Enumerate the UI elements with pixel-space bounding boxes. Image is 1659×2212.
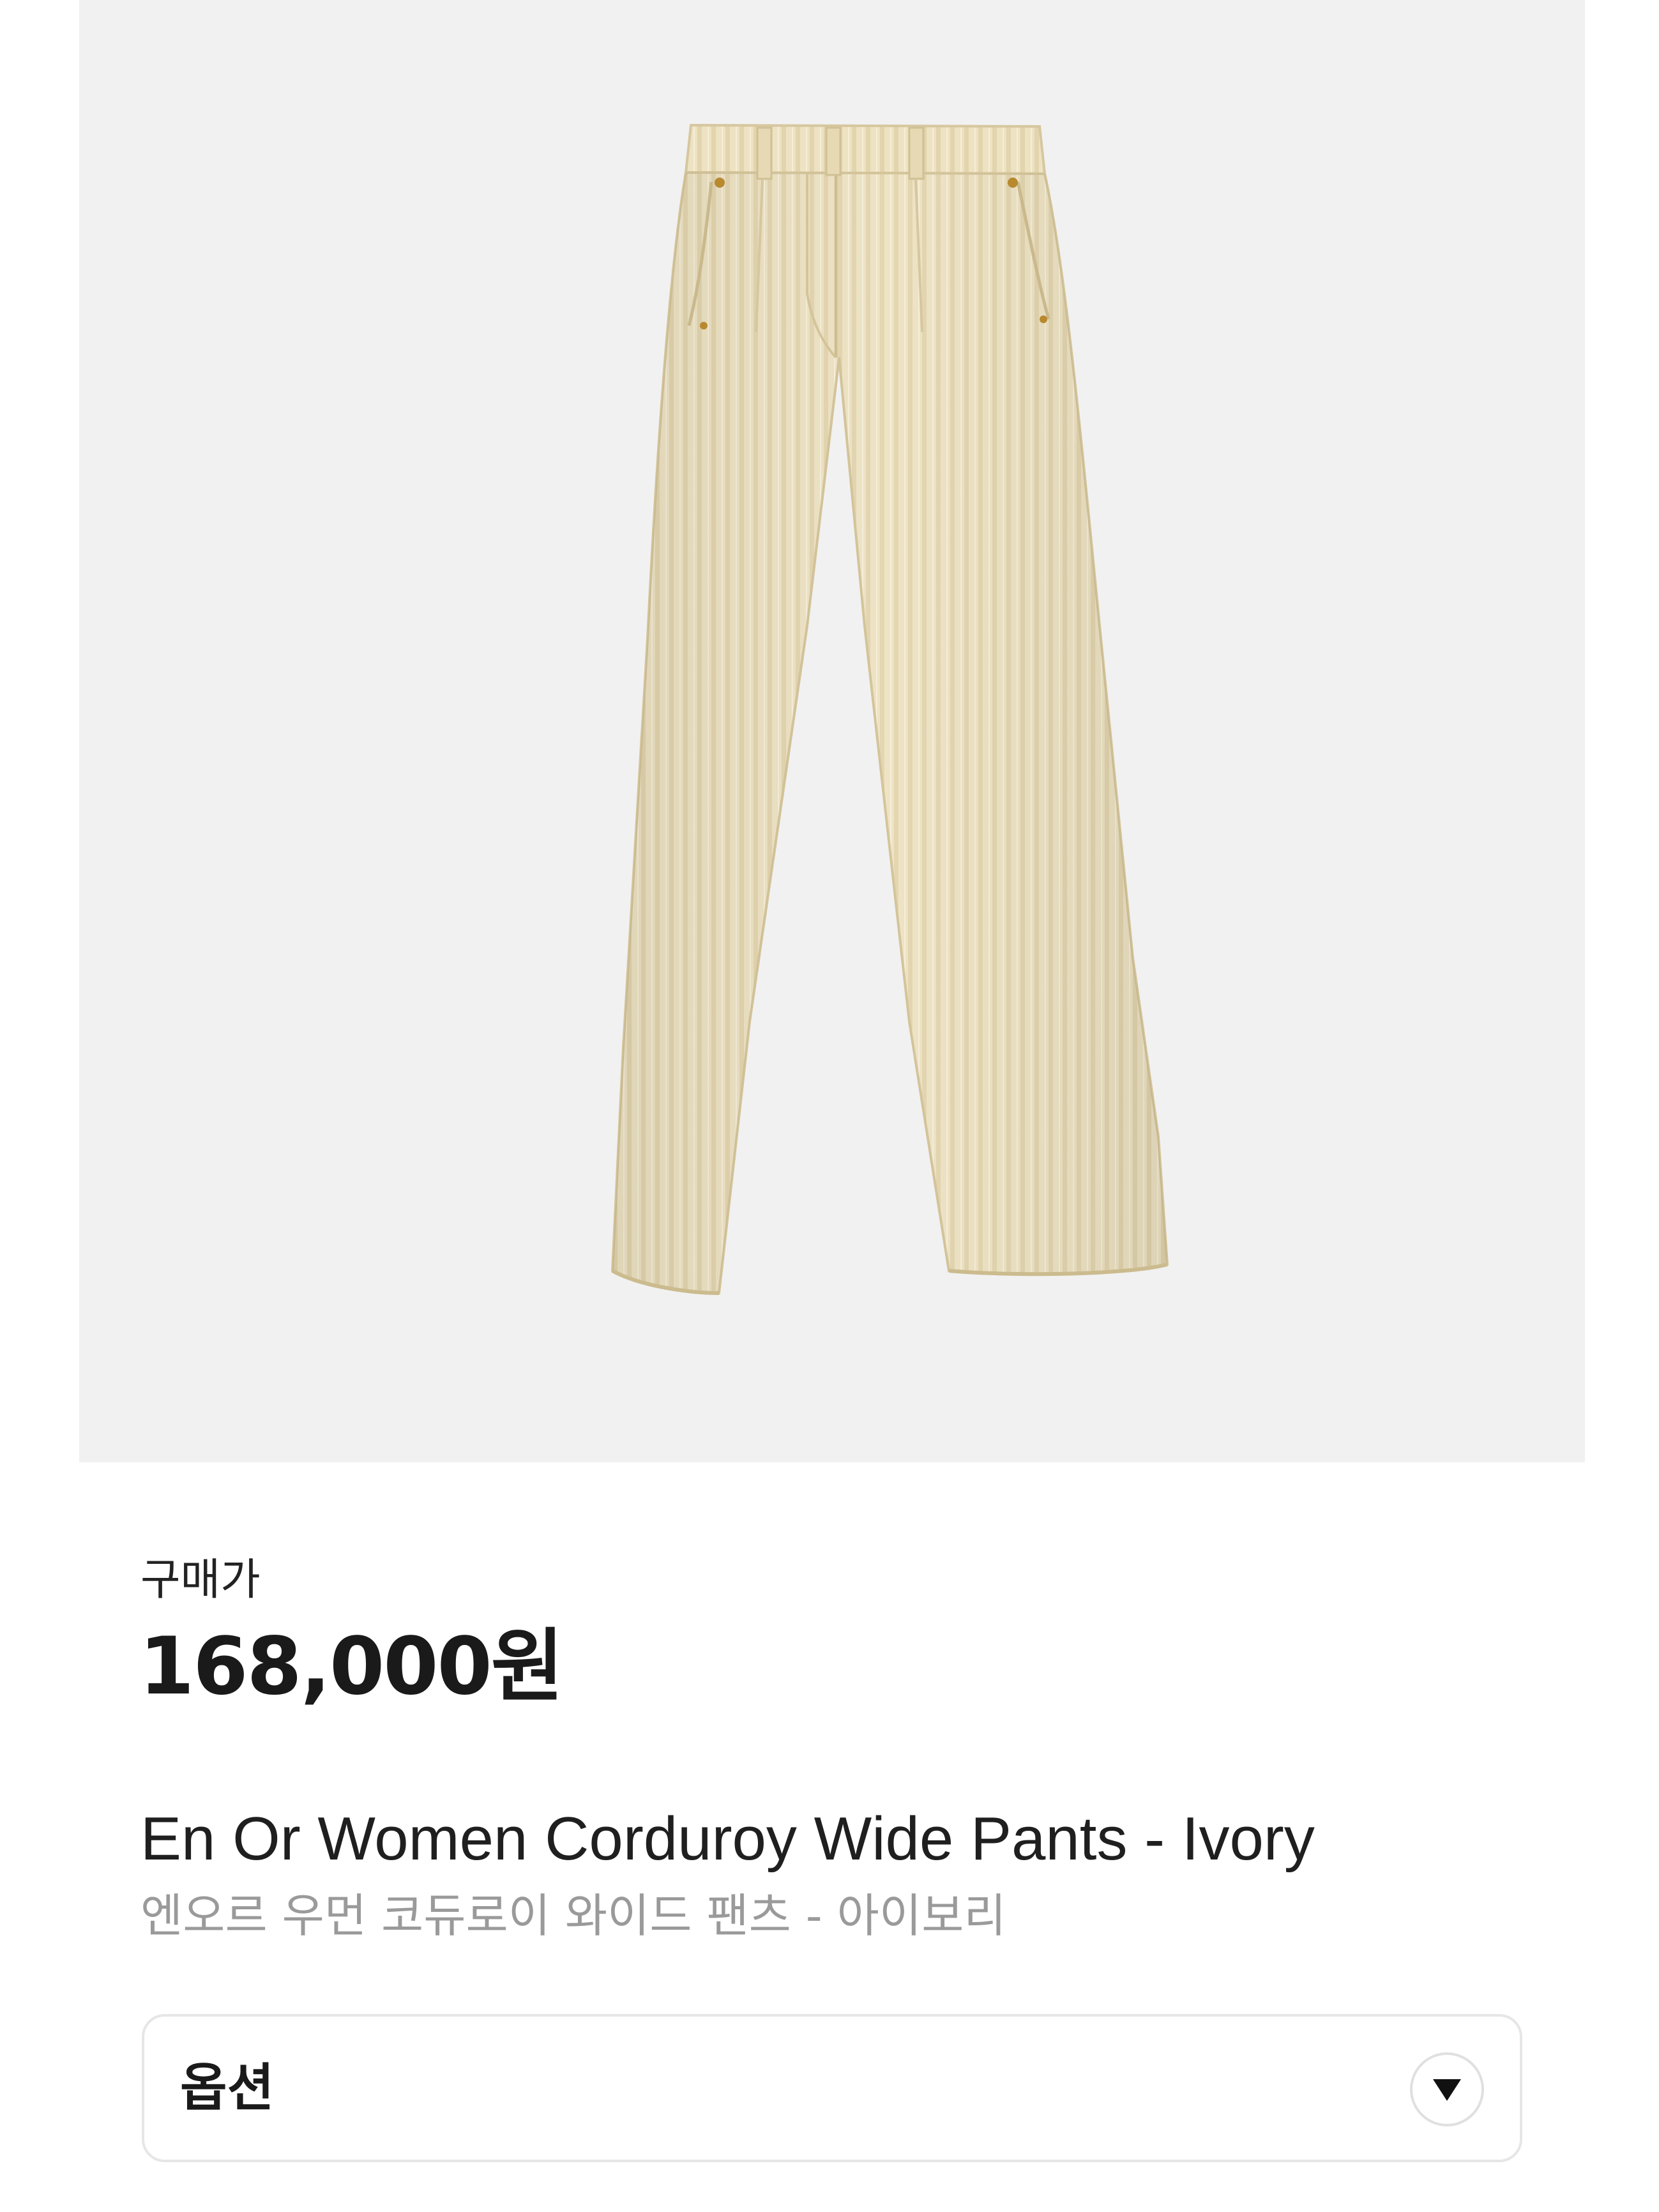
price-label: 구매가	[140, 1555, 261, 1605]
caret-down-icon[interactable]	[1410, 2052, 1484, 2126]
product-image[interactable]	[79, 0, 1585, 1462]
product-name-english: En Or Women Corduroy Wide Pants - Ivory	[140, 1805, 1315, 1873]
product-detail-page: 구매가 168,000원 En Or Women Corduroy Wide P…	[0, 0, 1659, 2212]
option-select[interactable]: 옵션	[142, 2014, 1522, 2162]
caret-down-glyph	[1433, 2079, 1461, 2101]
option-label: 옵션	[180, 2058, 275, 2117]
corduroy-pants-illustration	[610, 123, 1169, 1295]
price: 168,000원	[139, 1621, 564, 1713]
product-name-korean: 엔오르 우먼 코듀로이 와이드 팬츠 - 아이보리	[140, 1889, 1006, 1943]
